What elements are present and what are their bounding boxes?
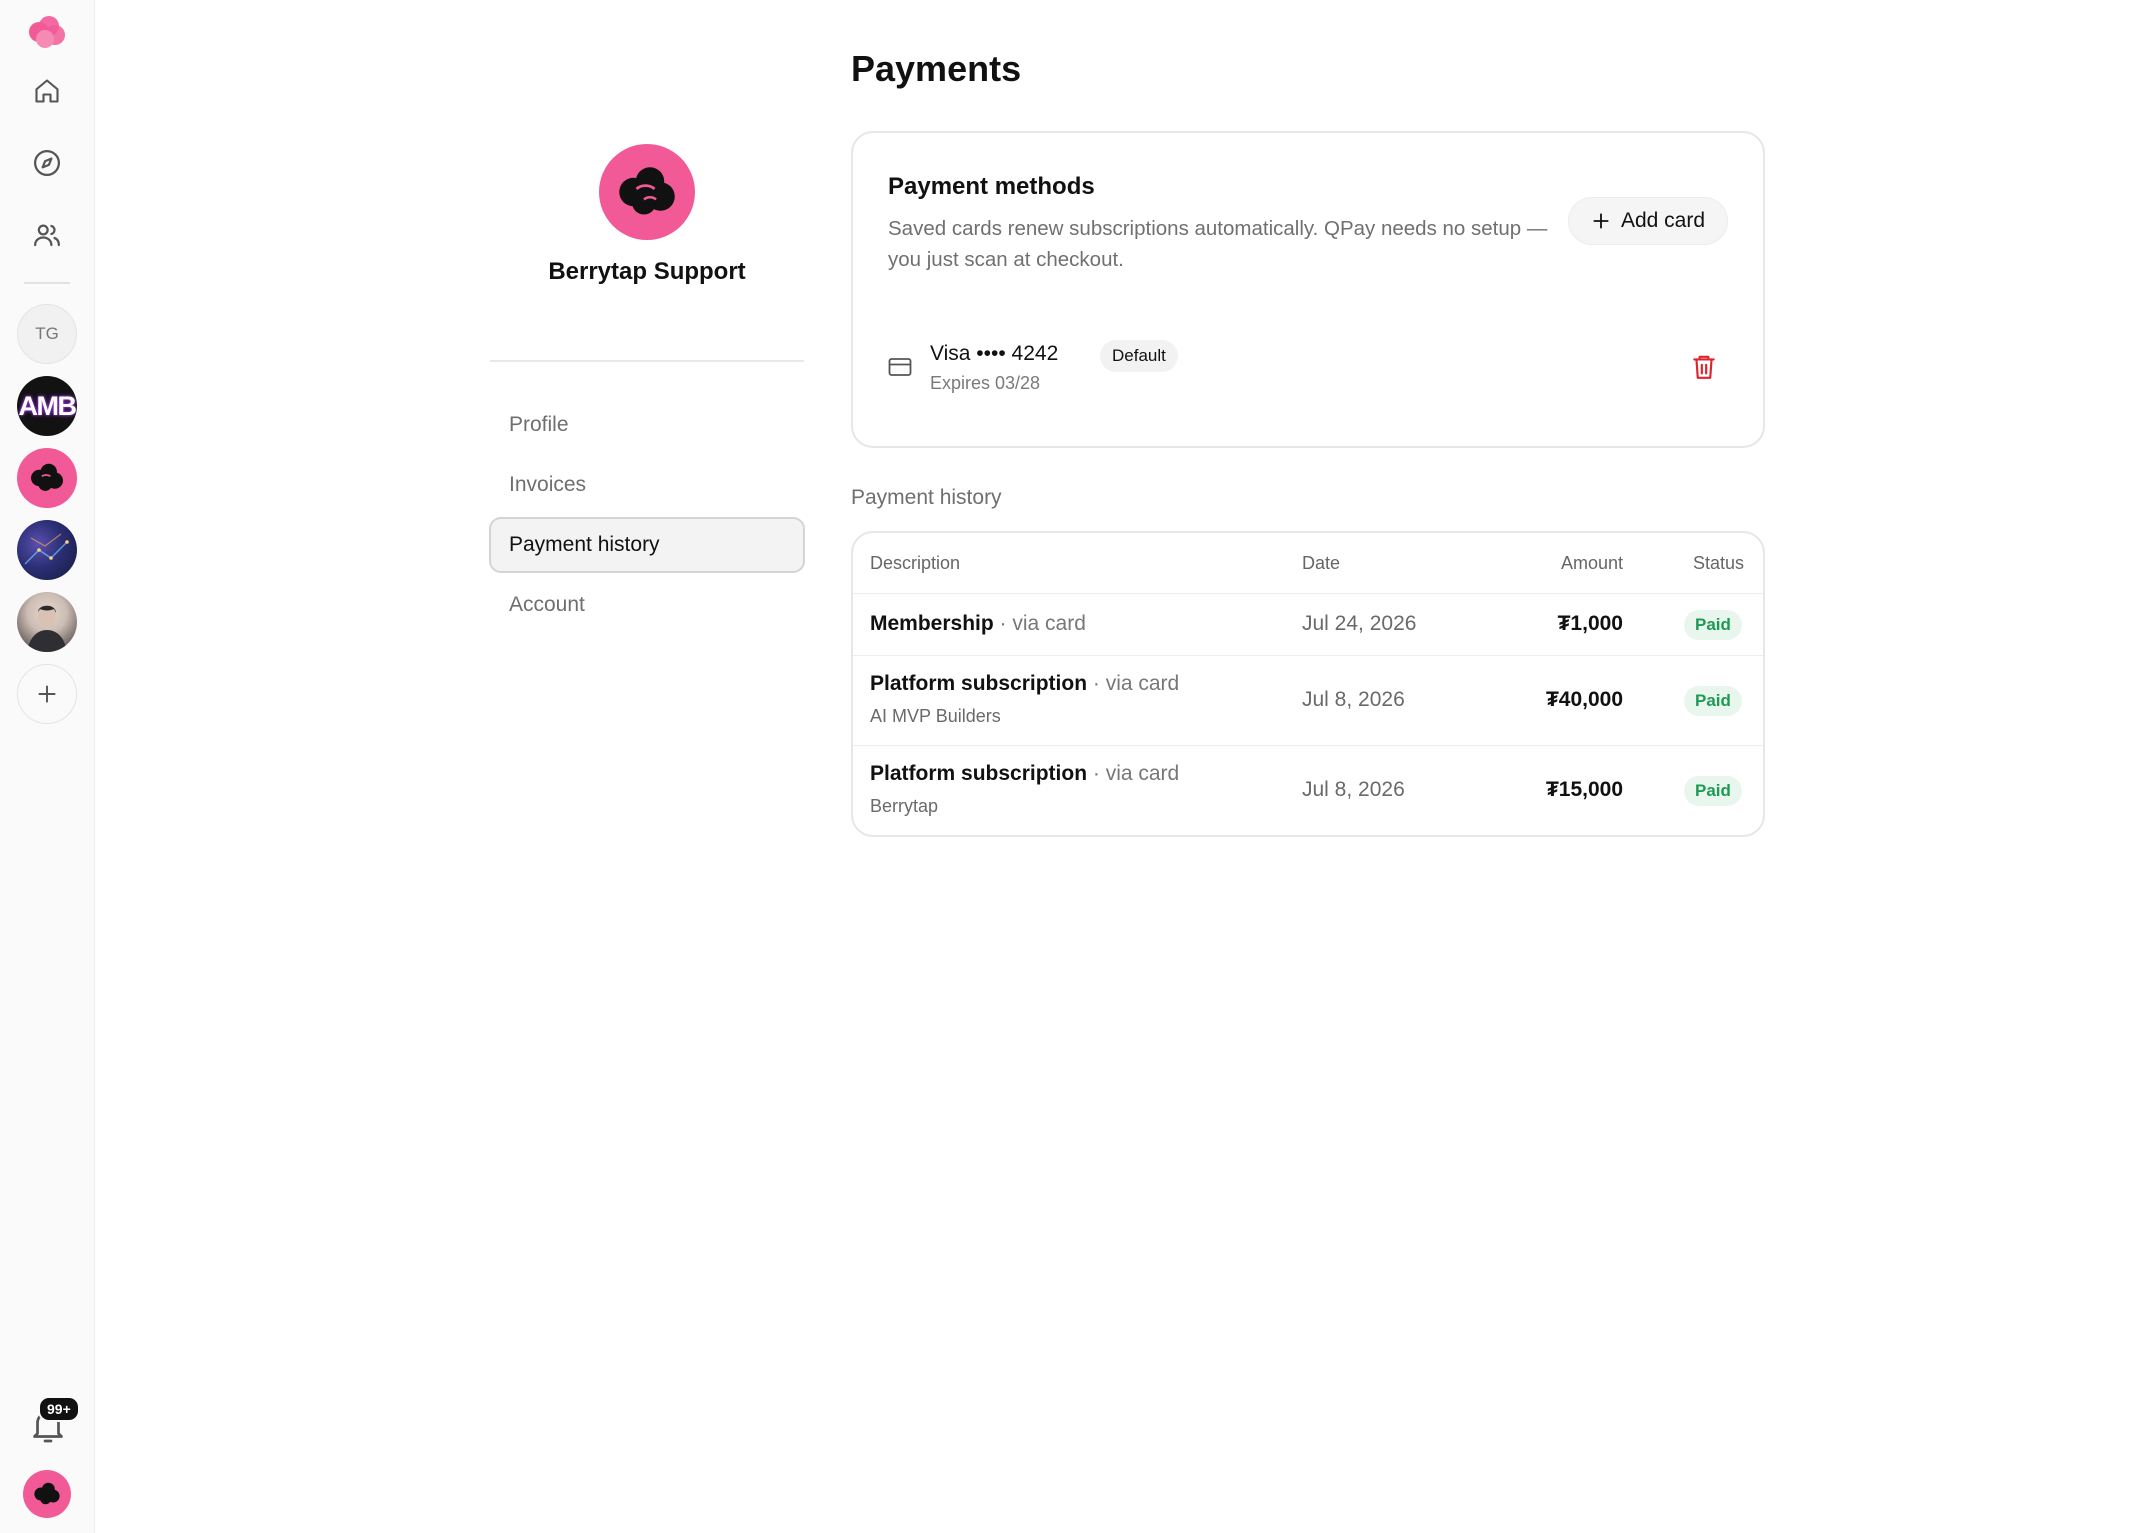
row-date: Jul 8, 2026 bbox=[1302, 778, 1405, 801]
delete-card-icon[interactable] bbox=[1691, 353, 1717, 381]
person-photo-icon bbox=[27, 605, 67, 652]
payment-history-title: Payment history bbox=[851, 486, 1002, 509]
row-amount: ₮40,000 bbox=[1545, 688, 1623, 711]
row-description: Platform subscription · via card bbox=[870, 672, 1179, 696]
org-avatar bbox=[599, 144, 695, 240]
berry-logo-icon bbox=[619, 167, 675, 215]
status-badge: Paid bbox=[1684, 776, 1742, 806]
home-icon[interactable] bbox=[28, 72, 66, 110]
default-badge: Default bbox=[1100, 340, 1178, 372]
row-title: Platform subscription bbox=[870, 672, 1088, 695]
payment-methods-description: Saved cards renew subscriptions automati… bbox=[888, 217, 1548, 271]
table-row[interactable]: Platform subscription · via card Berryta… bbox=[853, 745, 1763, 835]
nav-item-invoices[interactable]: Invoices bbox=[489, 457, 805, 513]
status-badge: Paid bbox=[1684, 610, 1742, 640]
row-title: Membership bbox=[870, 612, 994, 635]
workspace-avatar-photo[interactable] bbox=[17, 592, 77, 652]
status-badge: Paid bbox=[1684, 686, 1742, 716]
workspace-initials: TG bbox=[35, 324, 59, 343]
workspace-avatar-amb[interactable]: AMB bbox=[17, 376, 77, 436]
nav-item-profile[interactable]: Profile bbox=[489, 397, 805, 453]
workspace-initials: AMB bbox=[18, 390, 78, 421]
row-description: Platform subscription · via card bbox=[870, 762, 1179, 786]
row-date: Jul 8, 2026 bbox=[1302, 688, 1405, 711]
row-method: · via card bbox=[1092, 672, 1180, 695]
workspace-avatar-city[interactable] bbox=[17, 520, 77, 580]
row-subtitle: AI MVP Builders bbox=[870, 706, 1001, 726]
berrytap-logo-icon[interactable] bbox=[25, 14, 69, 50]
column-header-amount: Amount bbox=[1560, 553, 1623, 573]
row-method: · via card bbox=[999, 612, 1086, 635]
column-header-status: Status bbox=[1693, 553, 1745, 573]
plus-icon bbox=[1593, 213, 1609, 229]
workspace-avatar-tg[interactable]: TG bbox=[17, 304, 77, 364]
rail-divider bbox=[24, 282, 70, 284]
saved-card-label: Visa •••• 4242 bbox=[930, 342, 1059, 365]
people-icon[interactable] bbox=[28, 216, 66, 254]
nav-item-account[interactable]: Account bbox=[489, 577, 805, 633]
row-date: Jul 24, 2026 bbox=[1302, 612, 1417, 635]
nav-item-payment-history[interactable]: Payment history bbox=[489, 517, 805, 573]
compass-icon[interactable] bbox=[28, 144, 66, 182]
payment-history-table: Description Date Amount Status Membershi… bbox=[851, 531, 1765, 837]
org-name: Berrytap Support bbox=[548, 258, 746, 285]
card-expiry: Expires 03/28 bbox=[930, 373, 1041, 393]
table-row[interactable]: Platform subscription · via card AI MVP … bbox=[853, 655, 1763, 746]
current-user-avatar[interactable] bbox=[23, 1470, 71, 1518]
berry-logo-icon bbox=[31, 463, 63, 491]
credit-card-icon bbox=[888, 358, 912, 376]
page-title: Payments bbox=[851, 48, 1022, 89]
berry-logo-icon bbox=[34, 1482, 60, 1505]
workspace-avatar-berrytap[interactable] bbox=[17, 448, 77, 508]
app-rail: TG AMB 99+ bbox=[0, 0, 95, 1533]
payment-methods-title: Payment methods bbox=[888, 173, 1095, 200]
table-row[interactable]: Membership · via card Jul 24, 2026 ₮1,00… bbox=[853, 593, 1763, 656]
add-card-label: Add card bbox=[1620, 209, 1706, 232]
payment-methods-card: Payment methods Saved cards renew subscr… bbox=[851, 131, 1765, 448]
row-method: · via card bbox=[1092, 762, 1180, 785]
nav-divider bbox=[490, 360, 804, 362]
row-title: Platform subscription bbox=[870, 762, 1088, 785]
row-amount: ₮15,000 bbox=[1545, 778, 1623, 801]
plus-icon bbox=[38, 685, 56, 703]
column-header-date: Date bbox=[1302, 553, 1341, 573]
add-card-button[interactable]: Add card bbox=[1568, 197, 1728, 245]
add-workspace-button[interactable] bbox=[17, 664, 77, 724]
row-description: Membership · via card bbox=[870, 612, 1086, 636]
city-image-icon bbox=[24, 533, 69, 565]
row-subtitle: Berrytap bbox=[870, 796, 939, 816]
column-header-description: Description bbox=[870, 553, 961, 573]
notifications-badge: 99+ bbox=[38, 1396, 80, 1422]
row-amount: ₮1,000 bbox=[1557, 612, 1623, 635]
